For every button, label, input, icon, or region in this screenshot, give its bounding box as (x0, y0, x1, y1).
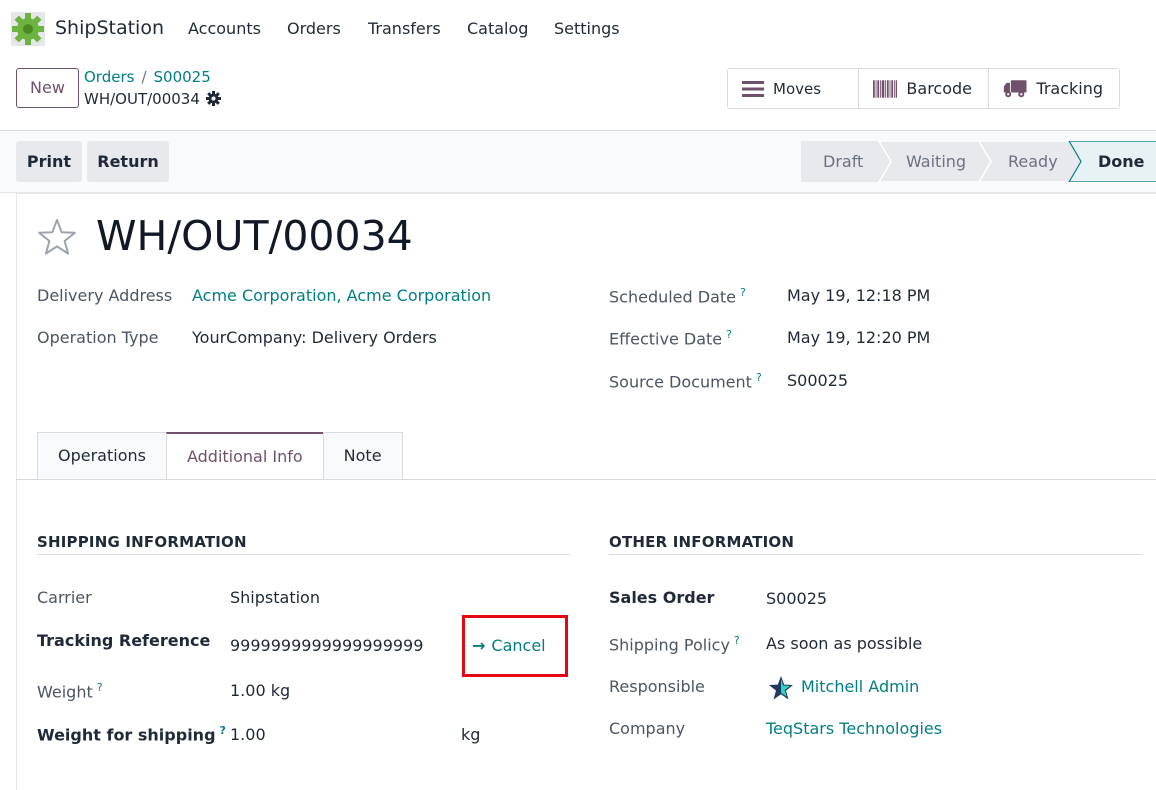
scheduled-date-label: Scheduled Date? (609, 286, 746, 306)
list-icon (742, 80, 764, 97)
record-title: WH/OUT/00034 (96, 212, 413, 260)
help-icon[interactable]: ? (740, 286, 746, 299)
weight-for-shipping-input[interactable]: 1.00 (230, 725, 266, 744)
barcode-button[interactable]: Barcode (859, 69, 989, 108)
truck-icon (1003, 79, 1027, 97)
sales-order-label: Sales Order (609, 588, 715, 607)
operation-type-value[interactable]: YourCompany: Delivery Orders (192, 328, 437, 347)
tab-operations[interactable]: Operations (37, 432, 167, 480)
smart-buttons: Moves Barcode Tracking (727, 68, 1120, 109)
top-navbar: ShipStation Accounts Orders Transfers Ca… (0, 0, 1156, 58)
responsible-label: Responsible (609, 677, 705, 696)
return-button[interactable]: Return (87, 141, 169, 182)
weight-for-shipping-label: Weight for shipping? (37, 724, 226, 744)
menu-settings[interactable]: Settings (554, 19, 620, 38)
effective-date-label: Effective Date? (609, 328, 732, 348)
breadcrumb: Orders / S00025 (84, 68, 211, 86)
breadcrumb-orders[interactable]: Orders (84, 68, 134, 86)
source-document-label-text: Source Document (609, 372, 752, 392)
shipping-policy-label: Shipping Policy? (609, 634, 740, 654)
breadcrumb-current: WH/OUT/00034 (84, 90, 221, 108)
tracking-reference-label: Tracking Reference (37, 631, 211, 650)
shipstation-app-icon[interactable] (11, 12, 45, 46)
effective-date-label-text: Effective Date (609, 329, 723, 349)
new-button[interactable]: New (16, 68, 79, 108)
status-row: Print Return Draft Waiting Ready Done (0, 131, 1156, 193)
weight-value: 1.00 kg (230, 681, 291, 700)
stage-draft[interactable]: Draft (823, 152, 863, 171)
tracking-label: Tracking (1036, 79, 1103, 98)
tab-note[interactable]: Note (322, 432, 403, 480)
tracking-reference-value[interactable]: 9999999999999999999 (230, 636, 423, 655)
menu-accounts[interactable]: Accounts (188, 19, 261, 38)
star-icon[interactable] (37, 218, 77, 256)
control-panel: New Orders / S00025 WH/OUT/00034 Moves B… (0, 58, 1156, 131)
tab-divider (16, 479, 1156, 480)
sales-order-value[interactable]: S00025 (766, 589, 827, 608)
source-document-value[interactable]: S00025 (787, 371, 848, 390)
barcode-icon (873, 79, 898, 98)
breadcrumb-separator: / (141, 68, 147, 86)
avatar[interactable] (768, 675, 794, 701)
cancel-label: Cancel (491, 636, 546, 655)
section-divider (609, 554, 1142, 555)
effective-date-value[interactable]: May 19, 12:20 PM (787, 328, 930, 347)
company-label: Company (609, 719, 686, 738)
help-icon[interactable]: ? (220, 724, 226, 737)
moves-button[interactable]: Moves (728, 69, 859, 108)
help-icon[interactable]: ? (97, 681, 103, 694)
arrow-right-icon: → (472, 636, 486, 655)
delivery-address-label: Delivery Address (37, 286, 173, 305)
menu-orders[interactable]: Orders (287, 19, 341, 38)
print-button[interactable]: Print (16, 141, 82, 182)
shipping-policy-label-text: Shipping Policy (609, 635, 730, 655)
weight-label: Weight? (37, 681, 103, 701)
stage-waiting[interactable]: Waiting (906, 152, 966, 171)
weight-label-text: Weight (37, 682, 93, 702)
shipping-policy-value[interactable]: As soon as possible (766, 634, 922, 653)
scheduled-date-label-text: Scheduled Date (609, 287, 737, 307)
breadcrumb-sale-order[interactable]: S00025 (154, 68, 211, 86)
breadcrumb-current-label: WH/OUT/00034 (84, 90, 200, 108)
notebook-tabs: Operations Additional Info Note (37, 432, 403, 480)
section-divider (37, 554, 570, 555)
cancel-shipment-button[interactable]: → Cancel (472, 636, 546, 655)
delivery-address-link[interactable]: Acme Corporation, Acme Corporation (192, 286, 491, 305)
tab-additional-info[interactable]: Additional Info (165, 432, 324, 480)
help-icon[interactable]: ? (734, 634, 740, 647)
company-link[interactable]: TeqStars Technologies (766, 719, 942, 738)
stage-ready[interactable]: Ready (1008, 152, 1058, 171)
stage-done[interactable]: Done (1098, 152, 1145, 171)
carrier-label: Carrier (37, 588, 92, 607)
responsible-link[interactable]: Mitchell Admin (801, 677, 919, 696)
moves-label: Moves (773, 79, 822, 98)
menu-catalog[interactable]: Catalog (467, 19, 528, 38)
operation-type-label: Operation Type (37, 328, 159, 347)
weight-unit: kg (461, 725, 481, 744)
source-document-label: Source Document? (609, 371, 762, 391)
shipping-information-title: SHIPPING INFORMATION (37, 533, 247, 551)
carrier-value[interactable]: Shipstation (230, 588, 320, 607)
gear-icon[interactable] (205, 91, 221, 106)
scheduled-date-value[interactable]: May 19, 12:18 PM (787, 286, 930, 305)
barcode-label: Barcode (906, 79, 972, 98)
menu-transfers[interactable]: Transfers (368, 19, 441, 38)
help-icon[interactable]: ? (756, 371, 762, 384)
help-icon[interactable]: ? (726, 328, 732, 341)
weight-for-shipping-label-text: Weight for shipping (37, 725, 216, 745)
form-sheet (16, 193, 1156, 790)
other-information-title: OTHER INFORMATION (609, 533, 795, 551)
app-name[interactable]: ShipStation (55, 17, 164, 39)
tracking-button[interactable]: Tracking (989, 69, 1119, 108)
